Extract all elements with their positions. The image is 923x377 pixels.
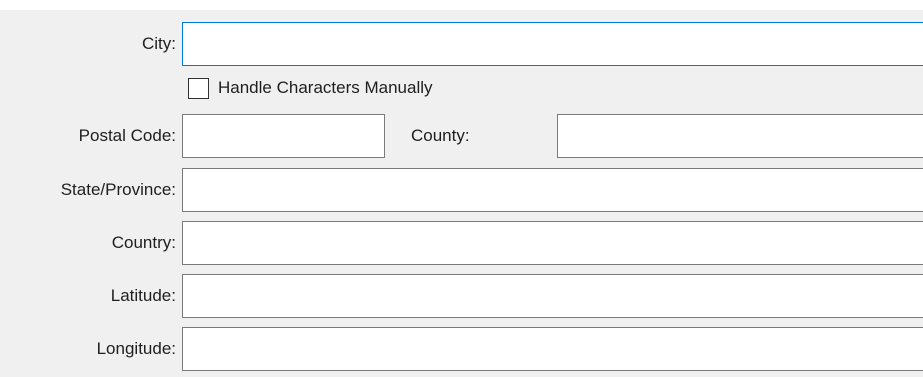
country-label: Country:: [111, 233, 176, 252]
county-input[interactable]: [557, 114, 923, 158]
country-input[interactable]: [182, 221, 923, 265]
latitude-input[interactable]: [182, 274, 923, 318]
state-province-label: State/Province:: [60, 180, 176, 199]
city-input[interactable]: [182, 22, 923, 66]
city-label: City:: [142, 34, 176, 53]
longitude-label: Longitude:: [96, 339, 176, 358]
county-label: County:: [411, 126, 470, 145]
postal-code-input[interactable]: [182, 114, 385, 158]
address-form-panel: City: Handle Characters Manually Postal …: [0, 10, 923, 377]
state-province-input[interactable]: [182, 168, 923, 212]
postal-code-label: Postal Code:: [78, 126, 176, 145]
handle-characters-manually-label[interactable]: Handle Characters Manually: [218, 78, 433, 98]
longitude-input[interactable]: [182, 327, 923, 371]
latitude-label: Latitude:: [110, 286, 176, 305]
handle-characters-manually-checkbox[interactable]: [188, 78, 209, 99]
